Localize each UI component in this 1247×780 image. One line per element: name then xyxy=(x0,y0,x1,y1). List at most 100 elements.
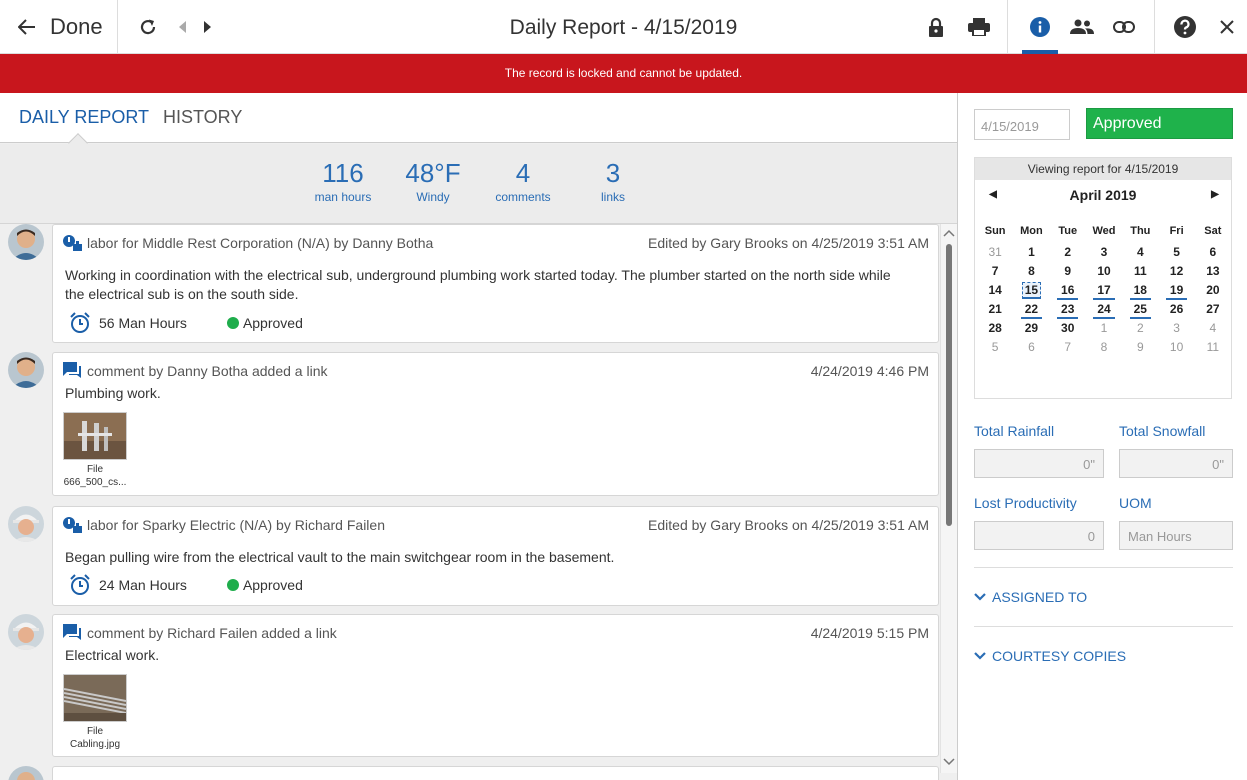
calendar-day[interactable]: 8 xyxy=(1013,261,1049,280)
tab-daily-report[interactable]: DAILY REPORT xyxy=(19,107,149,128)
entry-author: labor for Sparky Electric (N/A) by Richa… xyxy=(87,517,385,533)
entry-header: comment by Richard Failen added a link 4… xyxy=(63,624,929,644)
calendar: Viewing report for 4/15/2019 ◀ April 201… xyxy=(974,157,1232,399)
comment-entry[interactable]: comment by Richard Failen added a link 4… xyxy=(52,614,939,757)
stat-weather[interactable]: 48°F Windy xyxy=(388,158,478,204)
calendar-day[interactable]: 5 xyxy=(1158,242,1194,261)
attachment-thumbnail[interactable] xyxy=(63,674,127,722)
feed-entry[interactable] xyxy=(52,766,939,780)
calendar-day[interactable]: 11 xyxy=(1122,261,1158,280)
avatar xyxy=(8,224,44,260)
labor-entry[interactable]: labor for Middle Rest Corporation (N/A) … xyxy=(52,224,939,343)
calendar-day[interactable]: 27 xyxy=(1195,299,1231,318)
locked-banner: The record is locked and cannot be updat… xyxy=(0,54,1247,93)
help-icon xyxy=(1174,16,1196,38)
close-button[interactable] xyxy=(1216,0,1238,54)
calendar-day[interactable]: 8 xyxy=(1086,337,1122,356)
calendar-day[interactable]: 3 xyxy=(1158,318,1194,337)
calendar-day[interactable]: 24 xyxy=(1086,299,1122,319)
stat-man-hours[interactable]: 116 man hours xyxy=(298,158,388,204)
stat-comments[interactable]: 4 comments xyxy=(478,158,568,204)
previous-button[interactable] xyxy=(174,0,192,54)
calendar-day[interactable]: 19 xyxy=(1158,280,1194,300)
calendar-day[interactable]: 13 xyxy=(1195,261,1231,280)
calendar-day[interactable]: 23 xyxy=(1050,299,1086,319)
next-month-icon[interactable]: ▶ xyxy=(1205,180,1225,210)
status-badge: Approved xyxy=(242,315,303,331)
comment-entry[interactable]: comment by Danny Botha added a link 4/24… xyxy=(52,352,939,496)
calendar-day[interactable]: 1 xyxy=(1013,242,1049,261)
scroll-down-icon xyxy=(943,758,955,766)
calendar-day[interactable]: 6 xyxy=(1195,242,1231,261)
labor-icon xyxy=(63,234,83,255)
calendar-day[interactable]: 28 xyxy=(977,318,1013,337)
entry-timestamp: Edited by Gary Brooks on 4/25/2019 3:51 … xyxy=(648,235,929,251)
link-button[interactable] xyxy=(1111,0,1137,54)
stat-label: man hours xyxy=(314,190,372,204)
weekday-label: Mon xyxy=(1020,225,1043,237)
assigned-to-label: ASSIGNED TO xyxy=(992,589,1088,605)
calendar-day[interactable]: 25 xyxy=(1122,299,1158,319)
calendar-day[interactable]: 7 xyxy=(1050,337,1086,356)
stat-value: 48°F xyxy=(405,158,461,188)
calendar-day[interactable]: 3 xyxy=(1086,242,1122,261)
weekday-label: Wed xyxy=(1092,225,1116,237)
people-icon xyxy=(1070,19,1094,34)
courtesy-copies-toggle[interactable]: COURTESY COPIES xyxy=(974,648,1126,664)
calendar-day[interactable]: 10 xyxy=(1158,337,1194,356)
calendar-day[interactable]: 29 xyxy=(1013,318,1049,337)
calendar-day[interactable]: 21 xyxy=(977,299,1013,318)
stat-links[interactable]: 3 links xyxy=(568,158,658,204)
prev-month-icon[interactable]: ◀ xyxy=(983,180,1003,210)
done-button[interactable]: Done xyxy=(0,0,118,54)
page-title: Daily Report - 4/15/2019 xyxy=(509,16,738,39)
calendar-day[interactable]: 7 xyxy=(977,261,1013,280)
tab-history[interactable]: HISTORY xyxy=(163,107,242,128)
report-date-field[interactable]: 4/15/2019 xyxy=(974,109,1070,140)
assigned-to-toggle[interactable]: ASSIGNED TO xyxy=(974,589,1087,605)
calendar-day[interactable]: 12 xyxy=(1158,261,1194,280)
scroll-up-icon xyxy=(943,229,955,237)
help-button[interactable] xyxy=(1172,0,1198,54)
attachment-thumbnail[interactable] xyxy=(63,412,127,460)
calendar-day-selected[interactable]: 15 xyxy=(1013,280,1049,299)
total-rainfall-label: Total Rainfall xyxy=(974,423,1055,439)
uom-field[interactable]: Man Hours xyxy=(1119,521,1233,550)
calendar-day[interactable]: 5 xyxy=(977,337,1013,356)
lost-productivity-field[interactable]: 0 xyxy=(974,521,1104,550)
total-snowfall-field[interactable]: 0" xyxy=(1119,449,1233,478)
calendar-day[interactable]: 6 xyxy=(1013,337,1049,356)
calendar-day[interactable]: 1 xyxy=(1086,318,1122,337)
calendar-day[interactable]: 2 xyxy=(1122,318,1158,337)
calendar-day[interactable]: 10 xyxy=(1086,261,1122,280)
calendar-day[interactable]: 14 xyxy=(977,280,1013,299)
status-dot xyxy=(226,579,239,591)
calendar-day[interactable]: 4 xyxy=(1122,242,1158,261)
calendar-day[interactable]: 26 xyxy=(1158,299,1194,318)
calendar-day[interactable]: 11 xyxy=(1195,337,1231,356)
labor-entry[interactable]: labor for Sparky Electric (N/A) by Richa… xyxy=(52,506,939,606)
attachment-filename: Cabling.jpg xyxy=(69,739,121,750)
calendar-day[interactable]: 18 xyxy=(1122,280,1158,300)
refresh-button[interactable] xyxy=(136,0,160,54)
calendar-day[interactable]: 20 xyxy=(1195,280,1231,299)
calendar-day[interactable]: 17 xyxy=(1086,280,1122,300)
weekday-label: Tue xyxy=(1058,225,1078,237)
calendar-day[interactable]: 9 xyxy=(1050,261,1086,280)
lock-button[interactable] xyxy=(924,0,948,54)
calendar-day[interactable]: 30 xyxy=(1050,318,1086,337)
calendar-day[interactable]: 22 xyxy=(1013,299,1049,319)
calendar-day[interactable]: 2 xyxy=(1050,242,1086,261)
calendar-day[interactable]: 31 xyxy=(977,242,1013,261)
info-button[interactable] xyxy=(1028,0,1052,54)
calendar-day[interactable]: 9 xyxy=(1122,337,1158,356)
print-button[interactable] xyxy=(966,0,992,54)
people-button[interactable] xyxy=(1068,0,1096,54)
link-icon xyxy=(1113,21,1135,33)
scrollbar-thumb[interactable] xyxy=(946,244,952,526)
calendar-day[interactable]: 4 xyxy=(1195,318,1231,337)
feed-scrollbar[interactable] xyxy=(940,224,957,773)
next-button[interactable] xyxy=(198,0,216,54)
calendar-day[interactable]: 16 xyxy=(1050,280,1086,300)
total-rainfall-field[interactable]: 0" xyxy=(974,449,1104,478)
